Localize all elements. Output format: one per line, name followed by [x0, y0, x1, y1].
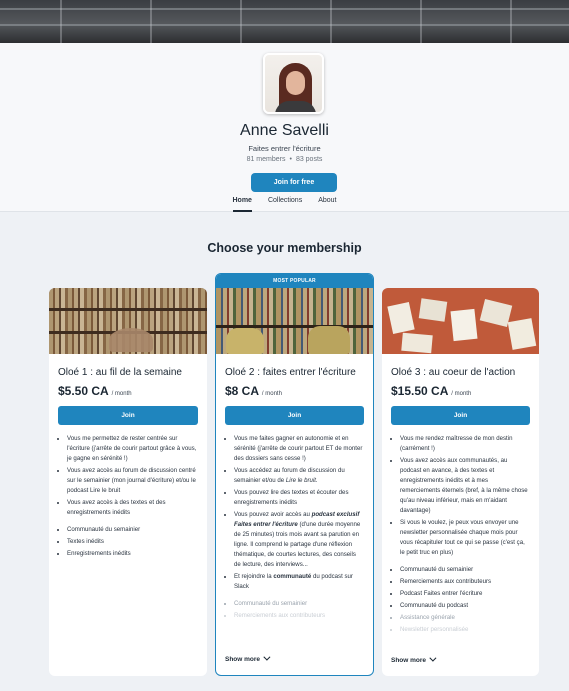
- benefit-item: Communauté du semainier: [400, 565, 530, 575]
- tier-title: Oloé 2 : faites entrer l'écriture: [225, 367, 356, 378]
- profile-tabs: Home Collections About: [0, 195, 569, 212]
- tab-home[interactable]: Home: [232, 195, 252, 212]
- tier-3-image: [382, 288, 539, 354]
- benefit-item: Communauté du semainier: [234, 599, 364, 609]
- creator-name: Anne Savelli: [240, 122, 329, 139]
- list-item: Vous pouvez avoir accès au podcast exclu…: [234, 510, 364, 570]
- join-tier-1-button[interactable]: Join: [58, 406, 198, 425]
- tier-price: $8 CA / month: [225, 384, 282, 398]
- tier-title: Oloé 1 : au fil de la semaine: [58, 367, 182, 378]
- tier-description: Vous me faites gagner en autonomie et en…: [234, 434, 364, 621]
- tier-price: $15.50 CA / month: [391, 384, 472, 398]
- benefit-item: Assistance générale: [400, 613, 530, 623]
- tier-description: Vous me rendez maîtresse de mon destin (…: [400, 434, 530, 635]
- benefit-item: Podcast Faites entrer l'écriture: [400, 589, 530, 599]
- list-item: Vous accédez au forum de discussion du s…: [234, 466, 364, 486]
- list-item: Si vous le voulez, je peux vous envoyer …: [400, 518, 530, 558]
- tier-price: $5.50 CA / month: [58, 384, 132, 398]
- creator-stats: 81 members • 83 posts: [246, 156, 323, 163]
- benefit-item: Remerciements aux contributeurs: [234, 611, 364, 621]
- chevron-down-icon: [263, 653, 271, 661]
- benefit-item: Enregistrements inédits: [67, 549, 198, 559]
- benefit-item: Communauté du podcast: [400, 601, 530, 611]
- tier-card-3: Oloé 3 : au coeur de l'action $15.50 CA …: [382, 288, 539, 676]
- tier-2-image: [216, 288, 373, 354]
- profile-header: Anne Savelli Faites entrer l'écriture 81…: [0, 43, 569, 211]
- members-count: 81 members: [246, 156, 286, 163]
- benefit-item: Communauté du semainier: [67, 525, 198, 535]
- list-item: Vous avez accès à des textes et des enre…: [67, 498, 198, 518]
- chevron-down-icon: [429, 654, 437, 662]
- list-item: Vous me faites gagner en autonomie et en…: [234, 434, 364, 464]
- benefit-item: Remerciements aux contributeurs: [400, 577, 530, 587]
- tab-collections[interactable]: Collections: [268, 195, 302, 212]
- tier-title: Oloé 3 : au coeur de l'action: [391, 367, 516, 378]
- list-item: Vous me permettez de rester centrée sur …: [67, 434, 198, 464]
- list-item: Et rejoindre la communauté du podcast su…: [234, 572, 364, 592]
- show-more-button[interactable]: Show more: [391, 654, 437, 664]
- benefit-item: Newsletter personnalisée: [400, 625, 530, 635]
- tier-card-2: MOST POPULAR Oloé 2 : faites entrer l'éc…: [215, 273, 374, 676]
- creator-tagline: Faites entrer l'écriture: [248, 144, 321, 153]
- membership-heading: Choose your membership: [207, 241, 362, 255]
- list-item: Vous me rendez maîtresse de mon destin (…: [400, 434, 530, 454]
- list-item: Vous avez accès aux communautés, au podc…: [400, 456, 530, 516]
- join-for-free-button[interactable]: Join for free: [251, 173, 337, 192]
- cover-banner: [0, 0, 569, 43]
- posts-count: 83 posts: [295, 156, 323, 163]
- show-more-button[interactable]: Show more: [225, 653, 271, 663]
- join-tier-2-button[interactable]: Join: [225, 406, 364, 425]
- avatar[interactable]: [263, 53, 324, 114]
- list-item: Vous avez accès au forum de discussion c…: [67, 466, 198, 496]
- most-popular-badge: MOST POPULAR: [216, 274, 373, 288]
- tier-description: Vous me permettez de rester centrée sur …: [67, 434, 198, 559]
- tier-card-1: Oloé 1 : au fil de la semaine $5.50 CA /…: [49, 288, 207, 676]
- join-tier-3-button[interactable]: Join: [391, 406, 530, 425]
- benefit-item: Textes inédits: [67, 537, 198, 547]
- tab-about[interactable]: About: [318, 195, 336, 212]
- list-item: Vous pouvez lire des textes et écouter d…: [234, 488, 364, 508]
- tier-1-image: [49, 288, 207, 354]
